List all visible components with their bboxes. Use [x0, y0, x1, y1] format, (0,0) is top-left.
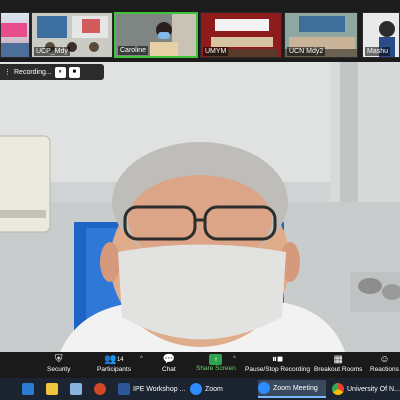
taskbar-label: Zoom	[205, 385, 223, 393]
recording-label: Recording...	[14, 68, 52, 76]
participant-name: UCN Mdy2	[287, 47, 326, 56]
taskbar-label: Zoom Meeting	[273, 384, 318, 392]
participant-tile-ucp-mdy[interactable]: UCP_Mdy	[31, 12, 113, 58]
participant-tile-mashu[interactable]: Mashu	[362, 12, 400, 58]
taskbar-powerpoint[interactable]	[94, 380, 106, 398]
participant-tile[interactable]: UMYM	[200, 12, 282, 58]
breakout-rooms-icon: ▦	[333, 354, 343, 365]
participants-icon: 👥14	[104, 354, 124, 365]
pause-stop-label: Pause/Stop Recording	[245, 366, 311, 373]
breakout-rooms-label: Breakout Rooms	[314, 366, 363, 373]
reactions-button[interactable]: ☺ Reactions	[370, 354, 399, 373]
participants-button[interactable]: 👥14 Participants	[97, 354, 131, 373]
stop-recording-button[interactable]: ■	[68, 66, 80, 78]
store-icon	[46, 383, 58, 395]
participant-video	[1, 23, 29, 57]
participant-name: Caroline	[118, 46, 149, 55]
share-screen-icon: ↑	[209, 354, 223, 365]
share-screen-button[interactable]: ↑ Share Screen	[196, 354, 236, 372]
participants-count: 14	[116, 357, 124, 363]
security-button[interactable]: ⛨ Security	[47, 354, 70, 373]
pause-stop-icon: ⏸■	[272, 354, 284, 365]
active-speaker-video	[0, 62, 400, 352]
security-label: Security	[47, 366, 71, 373]
participant-name: UCP_Mdy	[34, 47, 70, 56]
pause-recording-button[interactable]: ⏸	[54, 66, 66, 78]
taskbar-zoom[interactable]: Zoom	[190, 380, 223, 398]
powerpoint-icon	[94, 383, 106, 395]
taskbar-label: University Of N...	[347, 385, 400, 393]
taskbar-ipe-workshop[interactable]: IPE Workshop ...	[118, 380, 185, 398]
chevron-up-icon[interactable]: ^	[233, 356, 236, 362]
speaker-video-frame	[0, 62, 400, 352]
reactions-icon: ☺	[379, 354, 390, 365]
participant-tile-caroline[interactable]: Caroline	[114, 12, 198, 58]
taskbar-store[interactable]	[46, 380, 58, 398]
windows-taskbar: IPE Workshop ... Zoom Zoom Meeting Unive…	[0, 378, 400, 400]
participant-tile[interactable]	[0, 12, 30, 58]
chevron-up-icon[interactable]: ^	[140, 356, 143, 362]
participant-name: Mashu	[365, 47, 391, 56]
chat-label: Chat	[162, 366, 176, 373]
chrome-icon	[332, 383, 344, 395]
reactions-label: Reactions	[370, 366, 399, 373]
share-screen-label: Share Screen	[196, 365, 236, 372]
taskbar-mail[interactable]	[22, 380, 34, 398]
taskbar-zoom-meeting[interactable]: Zoom Meeting	[258, 380, 326, 398]
chat-button[interactable]: 💬 Chat	[162, 354, 176, 373]
recording-dots-icon: ⋮	[4, 69, 11, 76]
taskbar-explorer[interactable]	[70, 380, 82, 398]
shield-icon: ⛨	[54, 354, 63, 365]
taskbar-label: IPE Workshop ...	[133, 385, 186, 393]
participant-name: UMYM	[203, 47, 229, 56]
recording-indicator: ⋮ Recording... ⏸ ■	[0, 64, 104, 80]
participant-gallery-strip: UCP_Mdy Caroline UMYM UCN Mdy2 Mashu	[0, 0, 400, 62]
zoom-icon	[258, 382, 270, 394]
word-icon	[118, 383, 130, 395]
chat-icon: 💬	[162, 354, 176, 365]
participant-tile-ucn-mdy2[interactable]: UCN Mdy2	[284, 12, 358, 58]
mail-icon	[22, 383, 34, 395]
explorer-icon	[70, 383, 82, 395]
participants-label: Participants	[97, 366, 131, 373]
breakout-rooms-button[interactable]: ▦ Breakout Rooms	[314, 354, 362, 373]
taskbar-chrome[interactable]: University Of N...	[332, 380, 400, 398]
zoom-icon	[190, 383, 202, 395]
meeting-toolbar: ⛨ Security 👥14 Participants ^ 💬 Chat ↑ S…	[0, 352, 400, 378]
pause-stop-recording-button[interactable]: ⏸■ Pause/Stop Recording	[245, 354, 310, 373]
